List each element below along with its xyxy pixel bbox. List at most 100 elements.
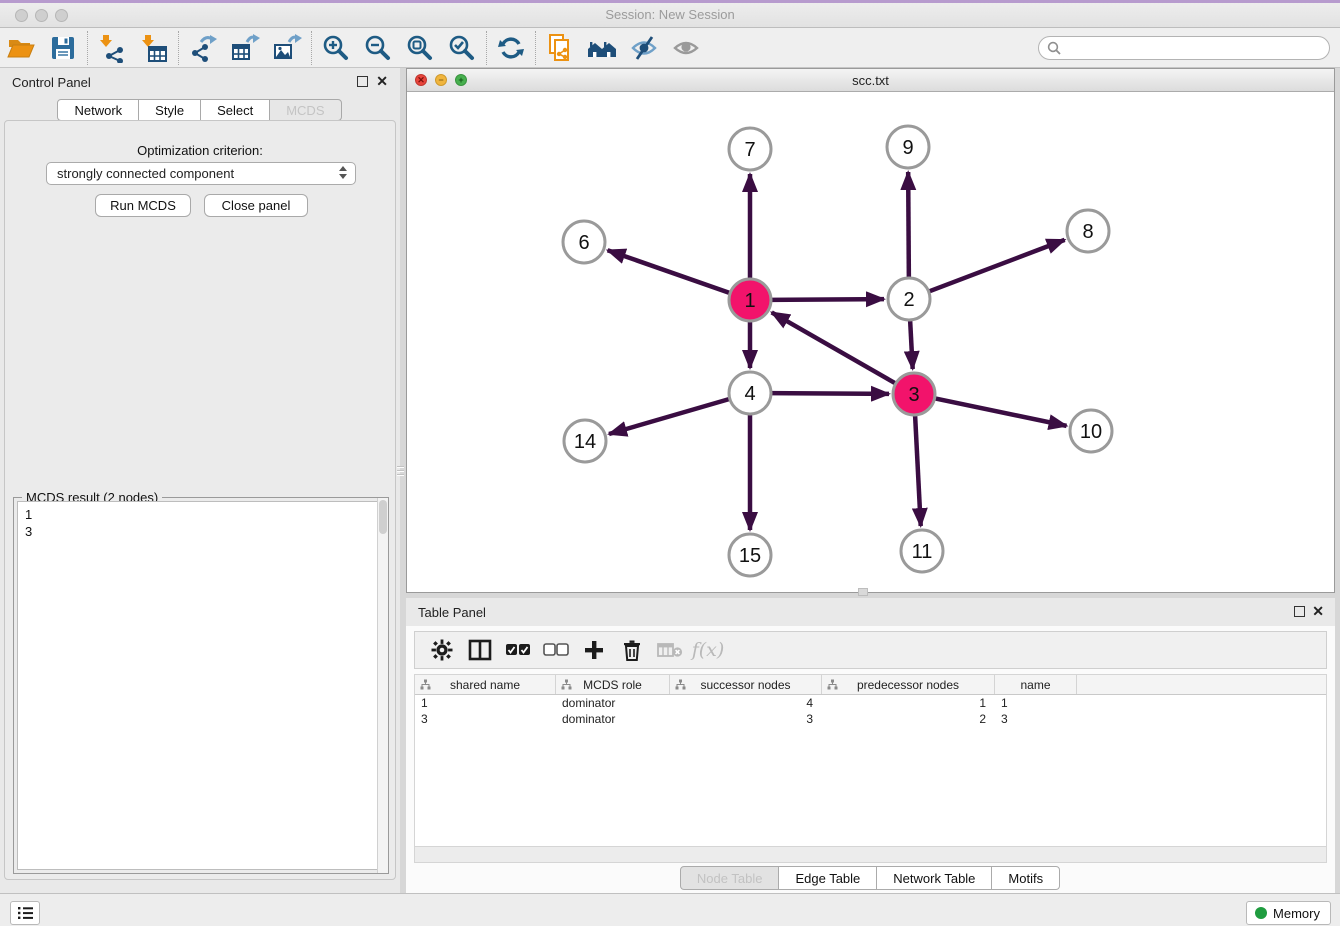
table-cell[interactable]: 3: [670, 711, 822, 727]
search-field[interactable]: [1038, 36, 1330, 60]
export-table-icon[interactable]: [224, 31, 266, 65]
graph-edge-2-8[interactable]: [929, 240, 1065, 292]
refresh-view-icon[interactable]: [490, 31, 532, 65]
table-panel-header: Table Panel ✕: [406, 598, 1335, 626]
network-canvas[interactable]: 7968124314101511: [407, 92, 1334, 592]
tab-select[interactable]: Select: [200, 99, 270, 121]
save-session-icon[interactable]: [42, 31, 84, 65]
table-cell[interactable]: dominator: [556, 695, 670, 711]
table-cell[interactable]: 4: [670, 695, 822, 711]
float-panel-icon[interactable]: [1294, 606, 1305, 617]
export-network-icon[interactable]: [182, 31, 224, 65]
open-file-icon[interactable]: [0, 31, 42, 65]
column-visibility-icon[interactable]: [461, 634, 499, 666]
export-image-icon[interactable]: [266, 31, 308, 65]
table-cell[interactable]: 3: [995, 711, 1077, 727]
import-table-icon[interactable]: [133, 31, 175, 65]
tab-mcds[interactable]: MCDS: [269, 99, 341, 121]
graph-edge-1-6[interactable]: [608, 250, 731, 293]
graph-edge-3-10[interactable]: [935, 398, 1067, 426]
result-scrollbar[interactable]: [377, 498, 388, 873]
horizontal-splitter-handle[interactable]: [858, 588, 868, 596]
function-builder-icon[interactable]: f(x): [689, 634, 727, 666]
vertical-splitter-handle[interactable]: [397, 458, 404, 484]
add-column-icon[interactable]: [575, 634, 613, 666]
column-header-successor-nodes[interactable]: successor nodes: [670, 675, 822, 694]
toolbar-separator: [178, 31, 179, 65]
tab-network[interactable]: Network: [57, 99, 139, 121]
application-window: Session: New Session: [0, 0, 1340, 926]
column-header-predecessor-nodes[interactable]: predecessor nodes: [822, 675, 995, 694]
graph-node-label-6: 6: [578, 232, 589, 254]
float-panel-icon[interactable]: [357, 76, 368, 87]
list-icon: [17, 906, 34, 920]
column-header-mcds-role[interactable]: MCDS role: [556, 675, 670, 694]
graph-node-label-2: 2: [903, 289, 914, 311]
delete-table-icon[interactable]: [651, 634, 689, 666]
hide-graphics-details-icon[interactable]: [623, 31, 665, 65]
delete-column-trash-icon[interactable]: [613, 634, 651, 666]
search-input[interactable]: [1066, 41, 1329, 55]
toolbar-separator: [87, 31, 88, 65]
table-row[interactable]: 1dominator411: [415, 695, 1326, 711]
network-view-window: ✕ − + scc.txt 7968124314101511: [406, 68, 1335, 593]
table-panel-title: Table Panel: [418, 605, 486, 620]
toolbar-separator: [486, 31, 487, 65]
graph-edge-3-11[interactable]: [915, 415, 921, 526]
graph-node-label-9: 9: [902, 137, 913, 159]
zoom-fit-icon[interactable]: [399, 31, 441, 65]
tab-motifs[interactable]: Motifs: [991, 866, 1060, 890]
optimization-criterion-label: Optimization criterion:: [5, 143, 395, 158]
show-all-networks-icon[interactable]: [581, 31, 623, 65]
table-cell[interactable]: 1: [995, 695, 1077, 711]
window-titlebar: Session: New Session: [0, 3, 1340, 28]
graph-node-label-1: 1: [744, 290, 755, 312]
mcds-result-text[interactable]: 1 3: [17, 501, 385, 870]
graph-edge-4-3[interactable]: [771, 393, 889, 394]
zoom-in-icon[interactable]: [315, 31, 357, 65]
table-horizontal-scrollbar[interactable]: [414, 846, 1327, 863]
column-header-shared-name[interactable]: shared name: [415, 675, 556, 694]
search-icon: [1047, 41, 1061, 55]
select-all-checkboxes-icon[interactable]: [499, 634, 537, 666]
deselect-all-checkboxes-icon[interactable]: [537, 634, 575, 666]
graph-edge-2-9[interactable]: [908, 172, 909, 278]
network-window-titlebar: ✕ − + scc.txt: [407, 69, 1334, 92]
table-cell[interactable]: 2: [822, 711, 995, 727]
criterion-value: strongly connected component: [57, 166, 234, 181]
table-cell[interactable]: 3: [415, 711, 556, 727]
close-panel-icon[interactable]: ✕: [376, 74, 388, 88]
node-table: shared nameMCDS rolesuccessor nodesprede…: [414, 674, 1327, 846]
table-cell[interactable]: dominator: [556, 711, 670, 727]
graph-edge-4-14[interactable]: [609, 399, 730, 434]
toggle-view-eye-icon[interactable]: [665, 31, 707, 65]
tab-style[interactable]: Style: [138, 99, 201, 121]
criterion-select[interactable]: strongly connected component: [46, 162, 356, 185]
mcds-result-group: MCDS result (2 nodes) 1 3: [13, 497, 389, 874]
table-settings-gear-icon[interactable]: [423, 634, 461, 666]
graph-edge-1-2[interactable]: [771, 299, 884, 300]
graph-edge-2-3[interactable]: [910, 320, 913, 369]
clone-network-icon[interactable]: [539, 31, 581, 65]
zoom-selected-icon[interactable]: [441, 31, 483, 65]
close-panel-button[interactable]: Close panel: [204, 194, 308, 217]
memory-button[interactable]: Memory: [1246, 901, 1331, 925]
graph-node-label-4: 4: [744, 383, 755, 405]
task-history-button[interactable]: [10, 901, 40, 925]
toolbar-separator: [535, 31, 536, 65]
zoom-out-icon[interactable]: [357, 31, 399, 65]
graph-edge-3-1[interactable]: [772, 312, 896, 383]
table-cell[interactable]: 1: [415, 695, 556, 711]
memory-status-icon: [1255, 907, 1267, 919]
graph[interactable]: 7968124314101511: [407, 92, 1334, 592]
tab-edge-table[interactable]: Edge Table: [778, 866, 877, 890]
table-row[interactable]: 3dominator323: [415, 711, 1326, 727]
import-network-icon[interactable]: [91, 31, 133, 65]
run-mcds-button[interactable]: Run MCDS: [95, 194, 191, 217]
column-header-name[interactable]: name: [995, 675, 1077, 694]
tab-node-table[interactable]: Node Table: [680, 866, 780, 890]
tab-network-table[interactable]: Network Table: [876, 866, 992, 890]
close-panel-icon[interactable]: ✕: [1312, 604, 1324, 618]
control-panel-title: Control Panel: [12, 75, 91, 90]
table-cell[interactable]: 1: [822, 695, 995, 711]
